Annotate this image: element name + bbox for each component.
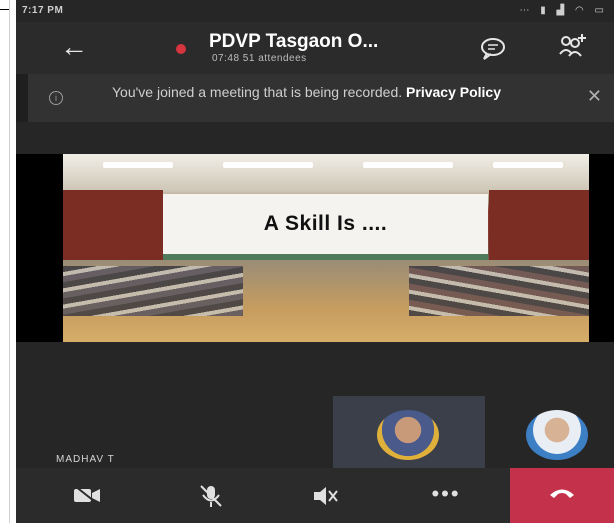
presenter-name: MADHAV T: [56, 454, 115, 465]
chat-icon: [481, 38, 505, 60]
banner-message: You've joined a meeting that is being re…: [112, 84, 532, 100]
ceiling: [63, 154, 589, 190]
avatar: [377, 410, 439, 460]
meeting-title[interactable]: PDVP Tasgaon O...: [209, 31, 378, 53]
banner-text: You've joined a meeting that is being re…: [112, 84, 403, 100]
participant-tile-active[interactable]: [333, 396, 485, 468]
more-options-button[interactable]: •••: [421, 476, 471, 516]
back-button[interactable]: ←: [56, 32, 92, 64]
desks-left: [63, 266, 243, 316]
close-icon[interactable]: ✕: [587, 86, 602, 107]
avatar[interactable]: [526, 410, 588, 460]
status-icons: ⋯ ▮ ▟ ◠ ▭: [515, 5, 606, 16]
recording-notice-banner: i You've joined a meeting that is being …: [28, 74, 614, 122]
camera-toggle-button[interactable]: [62, 476, 112, 516]
signal-icon: ▟: [556, 5, 567, 16]
classroom-slide-image: A Skill Is ....: [63, 154, 589, 342]
wall-left: [63, 190, 163, 260]
arrow-left-icon: ←: [60, 31, 88, 62]
phone-hangup-icon: [550, 489, 574, 498]
privacy-policy-link[interactable]: Privacy Policy: [406, 84, 501, 100]
meeting-header: ← PDVP Tasgaon O... 07:48 51 attendees: [16, 22, 614, 74]
mic-off-icon: [200, 485, 222, 507]
shared-screen-video[interactable]: A Skill Is ....: [16, 154, 614, 342]
wifi-icon: ◠: [575, 5, 586, 16]
status-bar: 7:17 PM ⋯ ▮ ▟ ◠ ▭: [16, 0, 614, 22]
notification-icon: ⋯: [519, 5, 532, 16]
mute-button[interactable]: [186, 476, 236, 516]
meeting-stage: A Skill Is .... MADHAV T: [16, 122, 614, 468]
speaker-off-icon: [314, 487, 338, 505]
call-controls: •••: [16, 468, 614, 523]
battery-full-icon: ▭: [594, 5, 606, 16]
chat-button[interactable]: [478, 35, 508, 61]
meeting-duration-attendees: 07:48 51 attendees: [212, 53, 307, 64]
battery-icon: ▮: [540, 5, 548, 16]
hang-up-button[interactable]: [510, 468, 614, 523]
recording-icon: [176, 44, 186, 54]
desks-right: [409, 266, 589, 316]
people-add-icon: [559, 34, 586, 57]
whiteboard: A Skill Is ....: [163, 194, 488, 262]
slide-title: A Skill Is ....: [263, 212, 388, 235]
teams-meeting-screen: 7:17 PM ⋯ ▮ ▟ ◠ ▭ ← PDVP Tasgaon O... 07…: [16, 0, 614, 523]
page-border: [9, 0, 10, 523]
status-time: 7:17 PM: [22, 5, 64, 16]
add-participants-button[interactable]: [557, 32, 589, 62]
speaker-button[interactable]: [301, 476, 351, 516]
video-off-icon: [74, 485, 100, 506]
info-icon: i: [49, 91, 63, 105]
wall-right: [489, 190, 589, 260]
